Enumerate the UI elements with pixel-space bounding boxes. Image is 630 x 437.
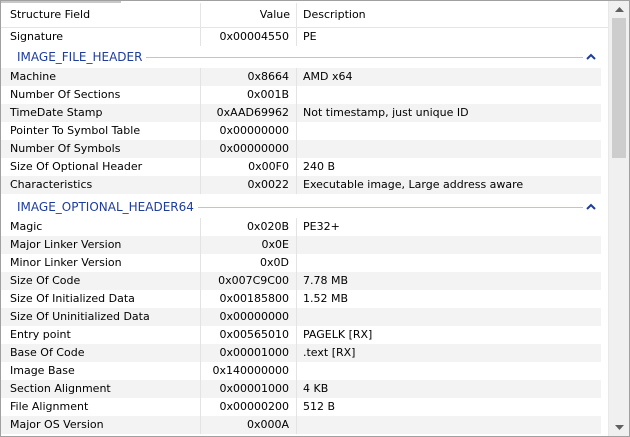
- field-description: Not timestamp, just unique ID: [303, 106, 469, 119]
- field-description: PAGELK [RX]: [303, 328, 373, 341]
- group-header-optional-header[interactable]: IMAGE_OPTIONAL_HEADER64: [1, 196, 608, 218]
- field-value: 0x00000000: [219, 310, 290, 323]
- field-value: 0x00565010: [219, 328, 290, 341]
- field-value: 0x140000000: [212, 364, 290, 377]
- chevron-up-icon[interactable]: [584, 50, 598, 64]
- column-header-field[interactable]: Structure Field: [6, 3, 200, 27]
- field-description: [297, 86, 601, 104]
- field-value: 0x00001000: [219, 346, 290, 359]
- group-title: IMAGE_OPTIONAL_HEADER64: [17, 196, 198, 218]
- table-row[interactable]: File Alignment 0x00000200 512 B: [1, 398, 601, 416]
- field-description: [297, 362, 601, 380]
- field-value: 0x00000000: [219, 124, 290, 137]
- field-description: 512 B: [303, 400, 336, 413]
- field-name: Base Of Code: [10, 346, 85, 359]
- field-value: 0x007C9C00: [218, 274, 289, 287]
- field-description: 4 KB: [303, 382, 329, 395]
- column-header-description[interactable]: Description: [297, 3, 607, 27]
- table-row[interactable]: Size Of Optional Header 0x00F0 240 B: [1, 158, 601, 176]
- field-name: Image Base: [10, 364, 75, 377]
- field-value: 0x0022: [247, 178, 289, 191]
- table-row[interactable]: TimeDate Stamp 0xAAD69962 Not timestamp, j…: [1, 104, 601, 122]
- field-description: [297, 308, 601, 326]
- field-value: 0x0E: [261, 238, 289, 251]
- table-row[interactable]: Pointer To Symbol Table 0x00000000: [1, 122, 601, 140]
- field-name: Size Of Code: [10, 274, 81, 287]
- pe-structure-viewer: Structure Field Value Description Signat…: [0, 0, 630, 437]
- table-row[interactable]: Section Alignment 0x00001000 4 KB: [1, 380, 601, 398]
- table-row[interactable]: Characteristics 0x0022 Executable image, L…: [1, 176, 601, 194]
- field-name: TimeDate Stamp: [10, 106, 103, 119]
- column-header-value[interactable]: Value: [201, 3, 295, 27]
- field-name: Entry point: [10, 328, 71, 341]
- field-name: Magic: [10, 220, 43, 233]
- field-description: PE: [303, 30, 317, 43]
- table-row[interactable]: Minor Linker Version 0x0D: [1, 254, 601, 272]
- field-value: 0x00001000: [219, 382, 290, 395]
- field-description: [297, 254, 601, 272]
- group-header-file-header[interactable]: IMAGE_FILE_HEADER: [1, 46, 608, 68]
- table-row-signature[interactable]: Signature 0x00004550 PE: [1, 28, 601, 46]
- field-value: 0x000A: [246, 418, 289, 431]
- table-row[interactable]: Number Of Symbols 0x00000000: [1, 140, 601, 158]
- table-row[interactable]: Major Linker Version 0x0E: [1, 236, 601, 254]
- field-value: 0xAAD69962: [216, 106, 289, 119]
- field-value: 0x00004550: [219, 30, 290, 43]
- table-row[interactable]: Base Of Code 0x00001000 .text [RX]: [1, 344, 601, 362]
- field-value: 0x00000000: [219, 142, 290, 155]
- table-row[interactable]: Image Base 0x140000000: [1, 362, 601, 380]
- field-description: .text [RX]: [303, 346, 356, 359]
- table-row[interactable]: Entry point 0x00565010 PAGELK [RX]: [1, 326, 601, 344]
- field-name: Pointer To Symbol Table: [10, 124, 141, 137]
- column-header: Structure Field Value Description: [1, 3, 608, 28]
- field-description: Executable image, Large address aware: [303, 178, 524, 191]
- field-value: 0x001B: [246, 88, 289, 101]
- field-description: [297, 122, 601, 140]
- table-row[interactable]: Number Of Sections 0x001B: [1, 86, 601, 104]
- field-description: 7.78 MB: [303, 274, 349, 287]
- field-description: 240 B: [303, 160, 336, 173]
- field-value: 0x00F0: [248, 160, 289, 173]
- field-description: 1.52 MB: [303, 292, 349, 305]
- field-value: 0x00185800: [219, 292, 290, 305]
- arrow-down-icon[interactable]: [609, 419, 630, 436]
- field-name: Major OS Version: [10, 418, 104, 431]
- table-row[interactable]: Magic 0x020B PE32+: [1, 218, 601, 236]
- table-row[interactable]: Size Of Uninitialized Data 0x00000000: [1, 308, 601, 326]
- structure-table-body: Signature 0x00004550 PE IMAGE_FILE_HEADE…: [1, 28, 608, 436]
- field-name: File Alignment: [10, 400, 89, 413]
- field-name: Minor Linker Version: [10, 256, 122, 269]
- field-name: Size Of Uninitialized Data: [10, 310, 150, 323]
- field-description: PE32+: [303, 220, 340, 233]
- field-value: 0x00000200: [219, 400, 290, 413]
- table-row[interactable]: Size Of Code 0x007C9C00 7.78 MB: [1, 272, 601, 290]
- field-description: [297, 236, 601, 254]
- table-row[interactable]: Machine 0x8664 AMD x64: [1, 68, 601, 86]
- scrollbar-thumb[interactable]: [612, 18, 626, 158]
- field-description: AMD x64: [303, 70, 353, 83]
- field-value: 0x020B: [246, 220, 289, 233]
- field-name: Major Linker Version: [10, 238, 122, 251]
- table-row[interactable]: Major OS Version 0x000A: [1, 416, 601, 434]
- field-value: 0x8664: [247, 70, 289, 83]
- field-value: 0x0D: [260, 256, 289, 269]
- field-name: Size Of Optional Header: [10, 160, 143, 173]
- field-name: Number Of Symbols: [10, 142, 121, 155]
- field-name: Section Alignment: [10, 382, 111, 395]
- field-name: Characteristics: [10, 178, 93, 191]
- field-description: [297, 416, 601, 434]
- field-name: Machine: [10, 70, 57, 83]
- field-name: Size Of Initialized Data: [10, 292, 135, 305]
- group-title: IMAGE_FILE_HEADER: [17, 46, 147, 68]
- field-name: Signature: [10, 30, 64, 43]
- field-description: [297, 140, 601, 158]
- chevron-up-icon[interactable]: [584, 200, 598, 214]
- arrow-up-icon[interactable]: [609, 1, 630, 18]
- field-name: Number Of Sections: [10, 88, 121, 101]
- vertical-scrollbar[interactable]: [608, 1, 630, 436]
- table-row[interactable]: Size Of Initialized Data 0x00185800 1.52 M…: [1, 290, 601, 308]
